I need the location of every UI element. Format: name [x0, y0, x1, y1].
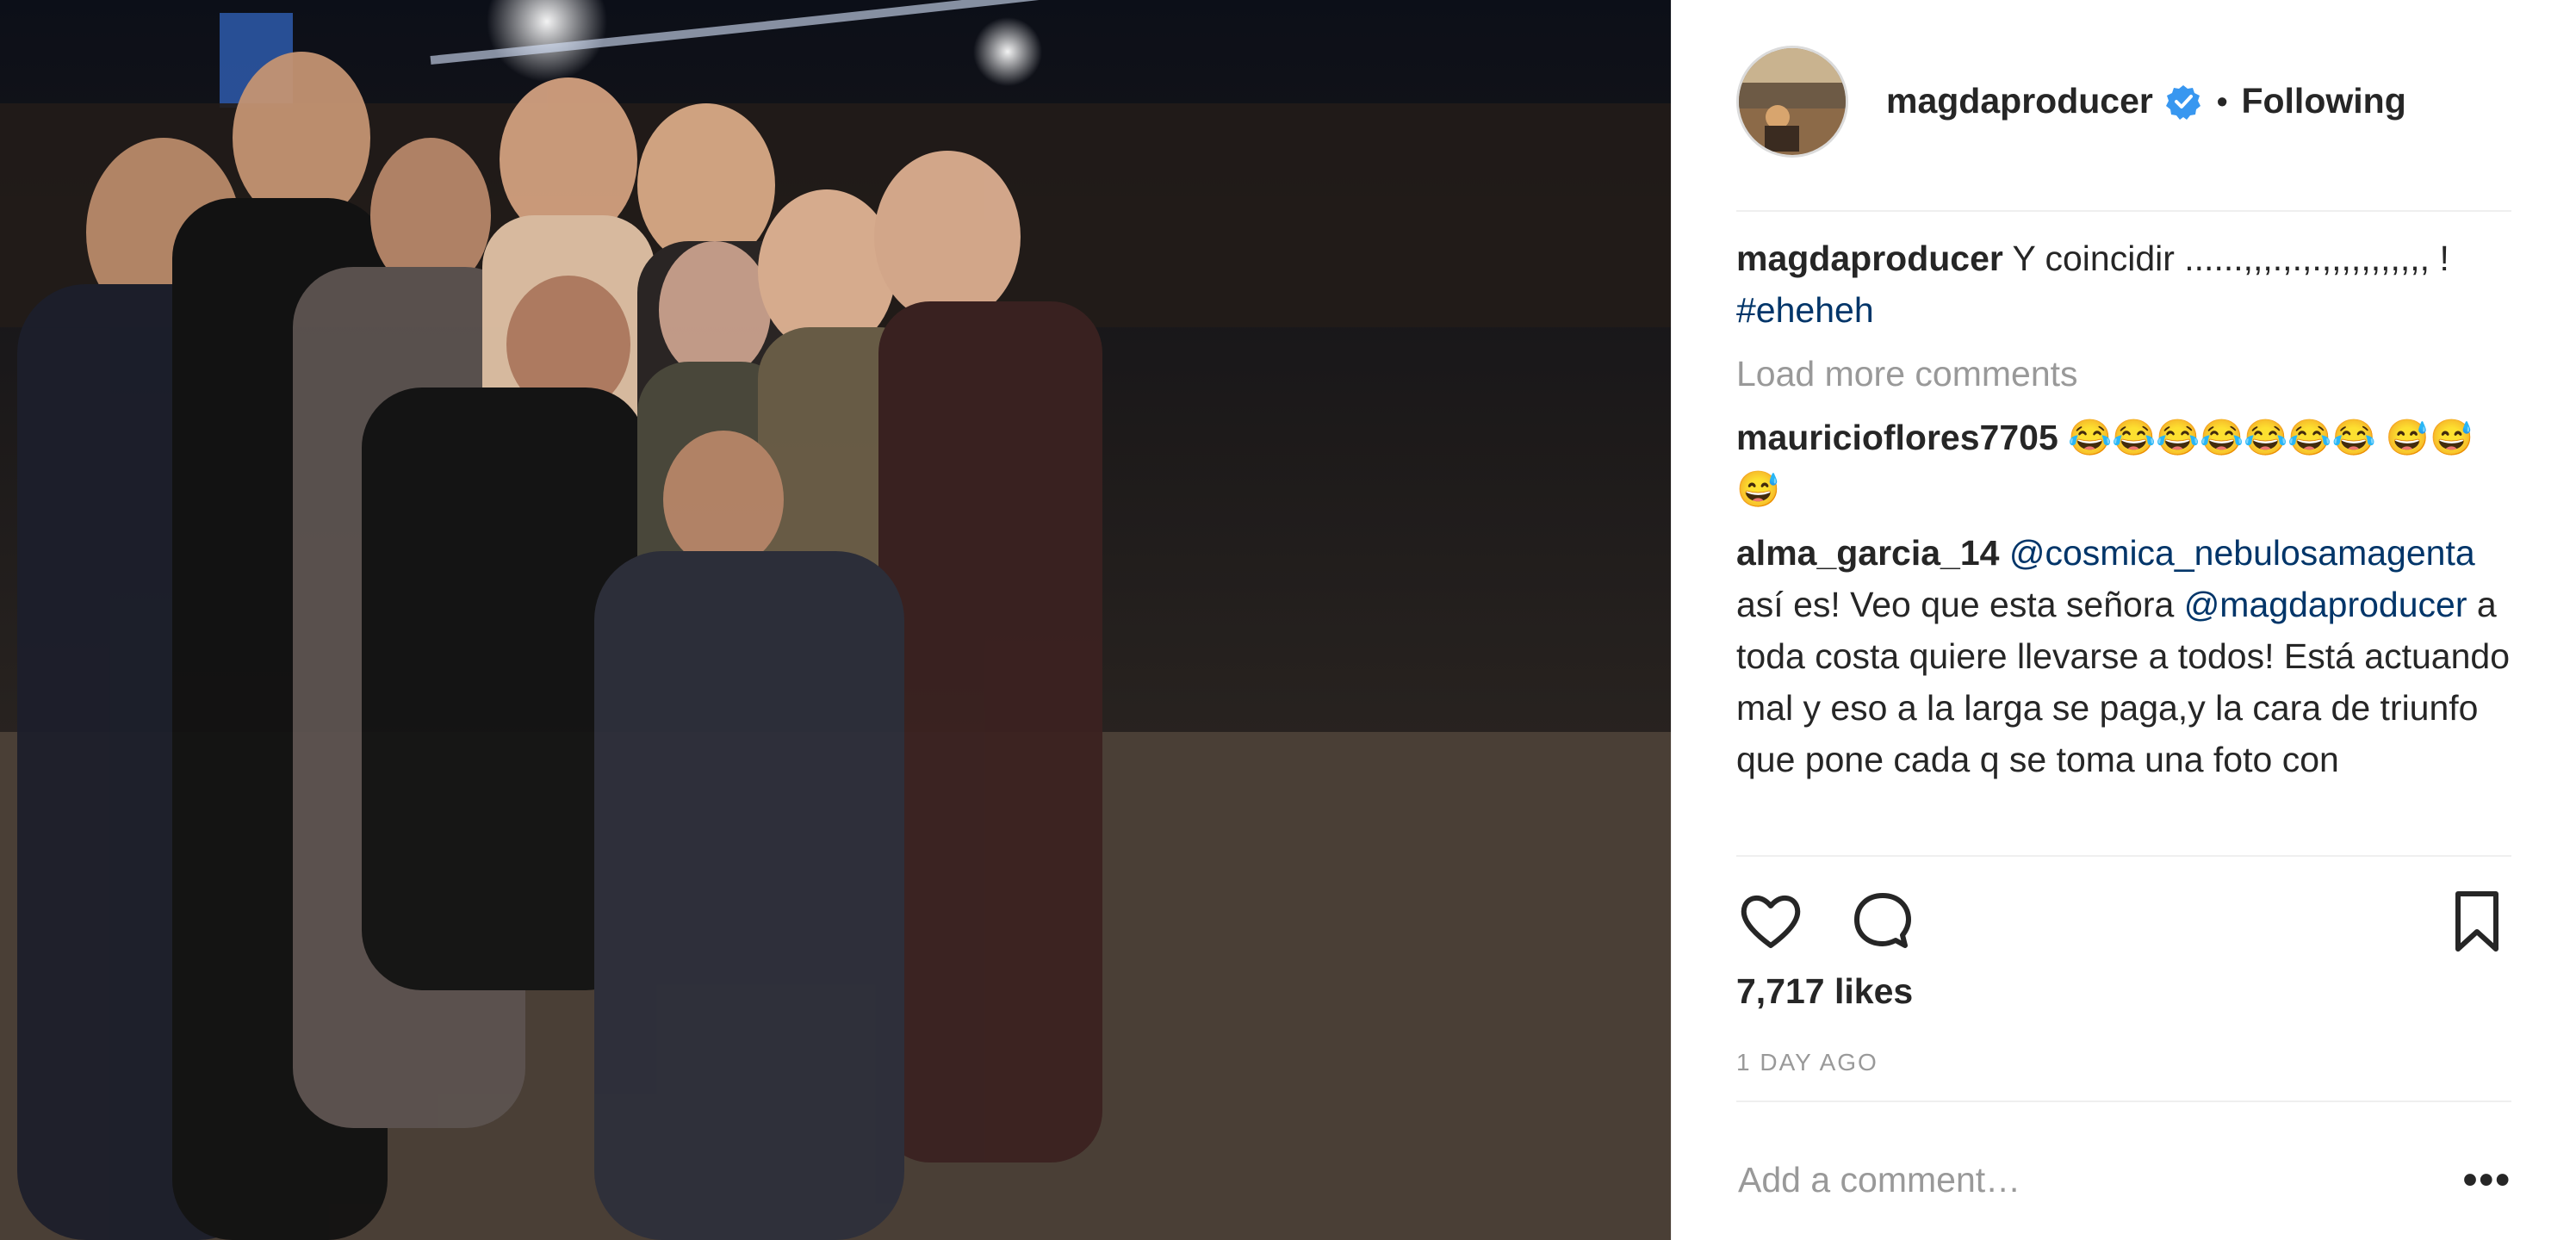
post-actions	[1736, 887, 2511, 956]
post-side-panel: magdaproducer • Following magdaproducer …	[1671, 0, 2576, 1240]
header-divider	[1736, 210, 2511, 212]
avatar-image	[1739, 47, 1846, 155]
load-more-comments-button[interactable]: Load more comments	[1736, 348, 2511, 400]
profile-avatar[interactable]	[1736, 45, 1848, 158]
comment-item: alma_garcia_14 @cosmica_nebulosamagenta …	[1736, 527, 2511, 785]
likes-count[interactable]: 7,717 likes	[1736, 971, 1913, 1012]
comment-username[interactable]: mauricioflores7705	[1736, 418, 2058, 457]
following-button[interactable]: Following	[2241, 81, 2405, 121]
header-username[interactable]: magdaproducer	[1886, 81, 2153, 121]
more-options-icon[interactable]: •••	[2463, 1156, 2511, 1204]
header-separator: •	[2216, 83, 2228, 119]
comment-icon[interactable]	[1848, 887, 1917, 956]
caption: magdaproducer Y coincidir ......,,,.,.,.…	[1736, 232, 2511, 336]
comment-mention[interactable]: @magdaproducer	[2184, 585, 2467, 624]
comment-text: así es! Veo que esta señora	[1736, 585, 2184, 624]
bookmark-icon[interactable]	[2443, 887, 2511, 956]
comment-item: mauricioflores7705 😂😂😂😂😂😂😂 😅😅😅	[1736, 412, 2511, 515]
post-timestamp[interactable]: 1 DAY AGO	[1736, 1049, 1878, 1076]
instagram-post-view: magdaproducer • Following magdaproducer …	[0, 0, 2576, 1240]
caption-hashtag[interactable]: #eheheh	[1736, 290, 1874, 330]
post-header: magdaproducer • Following	[1736, 43, 2511, 159]
post-photo[interactable]	[0, 0, 1671, 1240]
comments-section: magdaproducer Y coincidir ......,,,.,.,.…	[1736, 232, 2511, 848]
add-comment-bar: •••	[1736, 1145, 2511, 1214]
post-photo-image	[0, 0, 1671, 1240]
comment-mention[interactable]: @cosmica_nebulosamagenta	[2009, 533, 2475, 573]
comments-divider	[1736, 855, 2511, 857]
heart-icon[interactable]	[1736, 887, 1805, 956]
footer-divider	[1736, 1100, 2511, 1102]
caption-text: Y coincidir ......,,,.,.,.,,,,,,,,,,, !	[2012, 239, 2449, 278]
verified-badge-icon	[2165, 84, 2201, 120]
caption-username[interactable]: magdaproducer	[1736, 239, 2003, 278]
comment-username[interactable]: alma_garcia_14	[1736, 533, 1999, 573]
add-comment-input[interactable]	[1736, 1158, 2412, 1201]
